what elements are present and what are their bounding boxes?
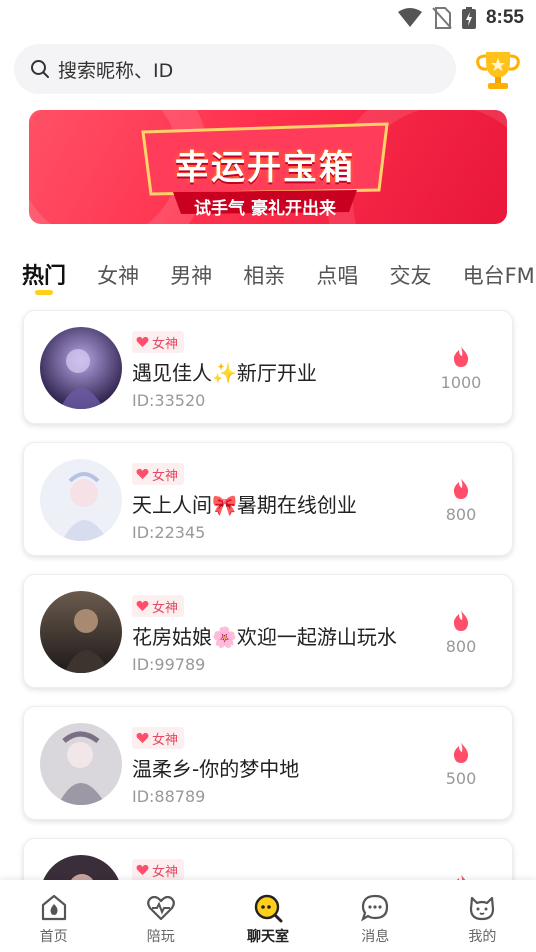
banner-subtitle: 试手气 豪礼开出来 <box>194 199 336 219</box>
room-name: 遇见佳人✨新厅开业 <box>132 361 317 385</box>
heart-icon <box>136 864 149 875</box>
nav-playmate[interactable]: 陪玩 <box>107 880 214 952</box>
room-avatar <box>40 459 122 541</box>
heart-icon <box>136 336 149 347</box>
room-id: ID:88789 <box>132 787 206 806</box>
bottom-nav: 首页 陪玩 聊天室 消息 我的 <box>0 880 536 952</box>
flame-icon <box>453 347 469 367</box>
category-tag: 女神 <box>132 463 185 485</box>
room-heat: 1000 <box>436 347 486 392</box>
profile-icon <box>470 896 495 921</box>
room-avatar <box>40 723 122 805</box>
room-heat: 800 <box>436 611 486 656</box>
flame-icon <box>453 743 469 763</box>
category-tag: 女神 <box>132 859 185 881</box>
room-card[interactable]: 女神 天上人间🎀暑期在线创业 ID:22345 800 <box>23 442 513 556</box>
nav-home[interactable]: 首页 <box>0 880 107 952</box>
room-avatar <box>40 327 122 409</box>
heartbeat-icon <box>146 895 175 921</box>
tab-song-request[interactable]: 点唱 <box>316 260 358 290</box>
search-input[interactable]: 搜索昵称、ID <box>14 44 456 94</box>
battery-charging-icon <box>461 7 476 29</box>
flame-icon <box>453 611 469 631</box>
tab-hot[interactable]: 热门 <box>22 258 66 295</box>
room-name: 天上人间🎀暑期在线创业 <box>132 493 357 517</box>
nav-messages[interactable]: 消息 <box>322 880 429 952</box>
room-id: ID:22345 <box>132 523 206 542</box>
status-bar: 8:55 <box>0 0 536 36</box>
nav-chatroom[interactable]: 聊天室 <box>214 880 321 952</box>
heart-icon <box>136 732 149 743</box>
room-name: 花房姑娘🌸欢迎一起游山玩水 <box>132 625 397 649</box>
room-heat: 500 <box>436 743 486 788</box>
wifi-icon <box>397 8 422 27</box>
category-tabs: 热门 女神 男神 相亲 点唱 交友 电台FM <box>22 258 536 302</box>
tab-male-god[interactable]: 男神 <box>170 260 212 290</box>
trophy-icon[interactable] <box>474 48 522 92</box>
tab-radio[interactable]: 电台FM <box>463 260 535 290</box>
category-tag: 女神 <box>132 595 185 617</box>
room-heat: 800 <box>436 479 486 524</box>
home-icon <box>41 894 66 921</box>
nav-profile[interactable]: 我的 <box>429 880 536 952</box>
room-avatar <box>40 591 122 673</box>
room-card[interactable]: 女神 温柔乡-你的梦中地 ID:88789 500 <box>23 706 513 820</box>
tab-friends[interactable]: 交友 <box>389 260 431 290</box>
treasure-box-banner[interactable]: 幸运开宝箱 试手气 豪礼开出来 <box>29 110 507 224</box>
search-row: 搜索昵称、ID <box>14 44 524 96</box>
room-card[interactable]: 女神 花房姑娘🌸欢迎一起游山玩水 ID:99789 800 <box>23 574 513 688</box>
chatroom-icon <box>254 894 283 923</box>
search-icon <box>31 60 49 78</box>
search-placeholder: 搜索昵称、ID <box>58 59 174 82</box>
tab-goddess[interactable]: 女神 <box>97 260 139 290</box>
room-id: ID:33520 <box>132 391 206 410</box>
heart-icon <box>136 468 149 479</box>
room-card[interactable]: 女神 遇见佳人✨新厅开业 ID:33520 1000 <box>23 310 513 424</box>
flame-icon <box>453 479 469 499</box>
banner-title: 幸运开宝箱 <box>175 148 355 188</box>
tab-dating[interactable]: 相亲 <box>243 260 285 290</box>
heart-icon <box>136 600 149 611</box>
category-tag: 女神 <box>132 331 185 353</box>
no-sim-icon <box>432 7 452 29</box>
room-id: ID:99789 <box>132 655 206 674</box>
category-tag: 女神 <box>132 727 185 749</box>
message-icon <box>361 894 389 922</box>
room-name: 温柔乡-你的梦中地 <box>132 757 300 781</box>
status-time: 8:55 <box>485 7 524 28</box>
